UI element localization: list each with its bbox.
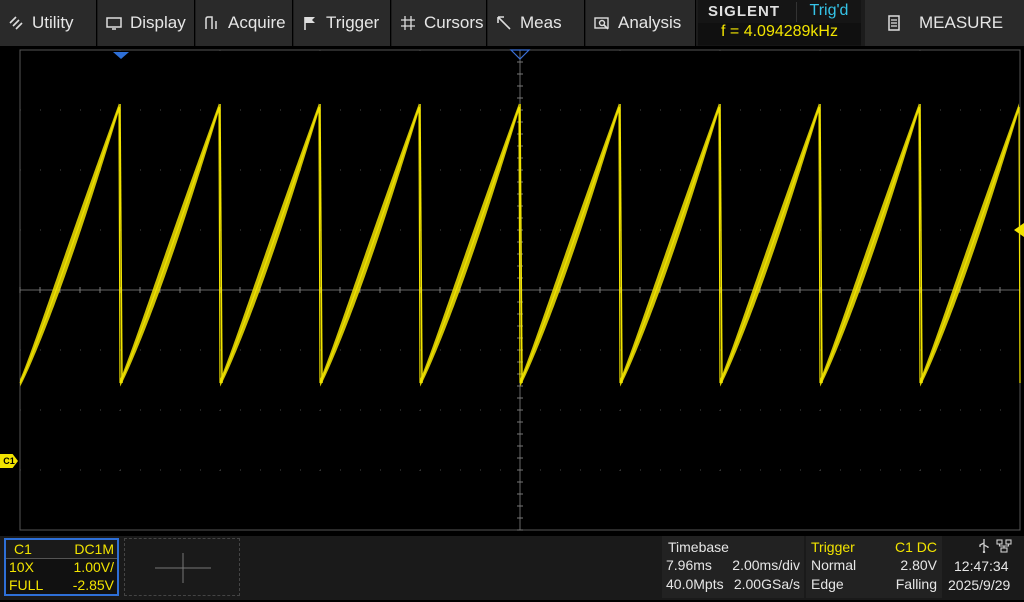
trigger-mode: Normal: [811, 557, 857, 573]
clock-time: 12:47:34: [954, 558, 1009, 574]
monitor-icon: [106, 17, 122, 30]
clock-date: 2025/9/29: [948, 577, 1011, 593]
vertical-offset: -2.85V: [72, 577, 114, 593]
bandwidth-limit: FULL: [9, 577, 44, 593]
timebase-title: Timebase: [668, 539, 729, 555]
top-menu-bar: Utility Display Acquire Trigger Cursors …: [0, 0, 1024, 46]
channel-1-header: C1 DC1M: [6, 540, 117, 559]
vertical-scale: 1.00V/: [73, 559, 114, 575]
acquire-icon: [205, 16, 217, 29]
add-channel-slot[interactable]: [124, 538, 240, 596]
trigger-status: Trig'd: [796, 2, 861, 22]
network-icon: [996, 539, 1012, 553]
sample-rate: 2.00GSa/s: [733, 576, 800, 592]
menu-label: Utility: [32, 13, 74, 32]
menu-acquire[interactable]: Acquire: [196, 0, 293, 46]
wrench-icon: [9, 16, 23, 30]
trigger-slope: Falling: [895, 576, 937, 592]
menu-label: Cursors: [424, 13, 484, 32]
analysis-icon: [594, 17, 609, 30]
plus-icon: [155, 553, 211, 583]
brand-logo: SIGLENT: [708, 3, 781, 20]
memory-depth: 40.0Mpts: [666, 576, 724, 592]
trigger-source: C1 DC: [894, 539, 937, 555]
channel-marker-label: C1: [3, 456, 15, 466]
channel-1-panel[interactable]: C1 DC1M 10X 1.00V/ FULL -2.85V: [4, 538, 119, 596]
ruler-icon: [497, 16, 511, 30]
menu-meas[interactable]: Meas: [488, 0, 585, 46]
channel-name: C1: [14, 541, 32, 557]
menu-analysis[interactable]: Analysis: [586, 0, 696, 46]
trigger-position-marker: [113, 52, 129, 59]
measure-label: MEASURE: [919, 13, 1004, 32]
menu-trigger[interactable]: Trigger: [294, 0, 391, 46]
menu-label: Acquire: [228, 13, 286, 32]
channel-coupling: DC1M: [74, 541, 114, 557]
menu-utility[interactable]: Utility: [0, 0, 97, 46]
trigger-panel[interactable]: Trigger C1 DC Normal 2.80V Edge Falling: [806, 536, 942, 598]
usb-icon: [979, 539, 989, 553]
menu-label: Meas: [520, 13, 562, 32]
menu-label: Analysis: [618, 13, 682, 32]
flag-icon: [304, 17, 315, 30]
menu-label: Display: [130, 13, 186, 32]
trigger-title: Trigger: [811, 539, 855, 555]
status-panel: SIGLENT Trig'd f = 4.094289kHz: [698, 0, 861, 46]
crosshair-icon: [401, 16, 415, 30]
timebase-delay: 7.96ms: [666, 557, 712, 573]
trigger-level: 2.80V: [900, 557, 937, 573]
timebase-scale: 2.00ms/div: [732, 557, 800, 573]
document-icon: [888, 15, 900, 31]
measure-button[interactable]: MEASURE: [865, 0, 1024, 46]
clock-panel: 12:47:34 2025/9/29: [944, 536, 1024, 598]
waveform-plot: [19, 49, 1024, 531]
waveform-display[interactable]: C1: [0, 46, 1024, 536]
menu-display[interactable]: Display: [98, 0, 195, 46]
probe-ratio: 10X: [9, 559, 34, 575]
frequency-counter: f = 4.094289kHz: [698, 23, 861, 45]
status-bar: C1 DC1M 10X 1.00V/ FULL -2.85V Timebase …: [0, 536, 1024, 600]
menu-label: Trigger: [326, 13, 380, 32]
menu-cursors[interactable]: Cursors: [392, 0, 487, 46]
trigger-type: Edge: [811, 576, 844, 592]
timebase-panel[interactable]: Timebase 7.96ms 2.00ms/div 40.0Mpts 2.00…: [662, 536, 804, 598]
